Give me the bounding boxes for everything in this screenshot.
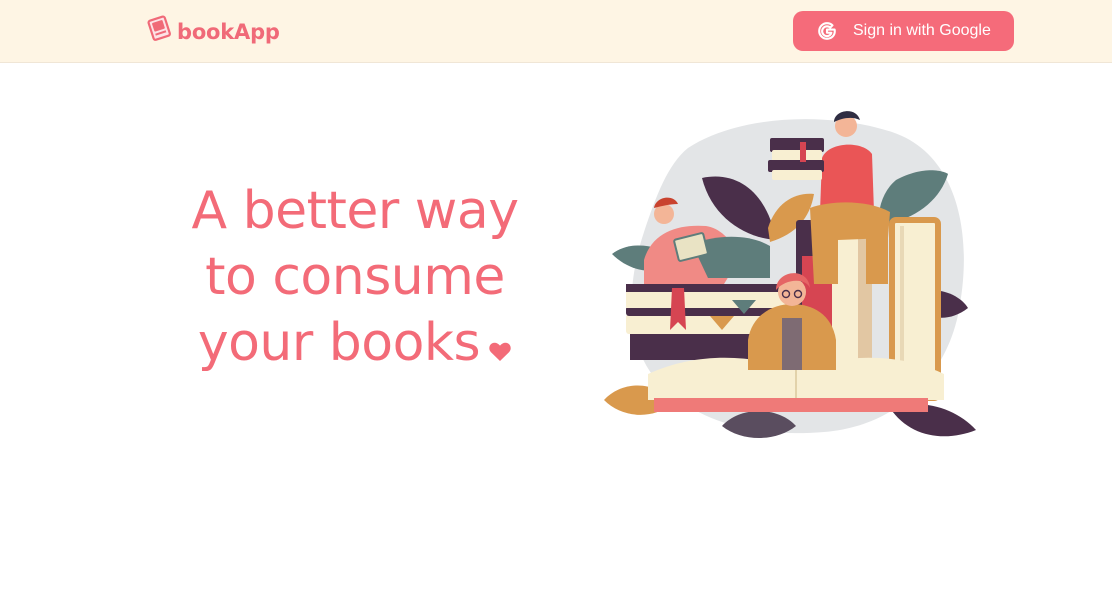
hero-line-3-wrap: your books — [170, 310, 540, 376]
hero-line-3: your books — [197, 313, 481, 373]
top-nav: bookApp Sign in with Google — [0, 0, 1112, 63]
hero-heading: A better way to consume your books — [170, 178, 540, 376]
book-icon — [147, 15, 171, 41]
brand-name: bookApp — [177, 20, 280, 44]
heart-icon — [489, 342, 511, 361]
sign-in-with-google-button[interactable]: Sign in with Google — [793, 11, 1014, 51]
hero-line-1: A better way — [191, 181, 519, 241]
sign-in-label: Sign in with Google — [853, 22, 991, 39]
people-reading-books-illustration — [604, 111, 976, 438]
brand-logo[interactable]: bookApp — [146, 14, 280, 44]
hero-line-2: to consume — [205, 247, 505, 307]
google-icon — [818, 22, 836, 40]
